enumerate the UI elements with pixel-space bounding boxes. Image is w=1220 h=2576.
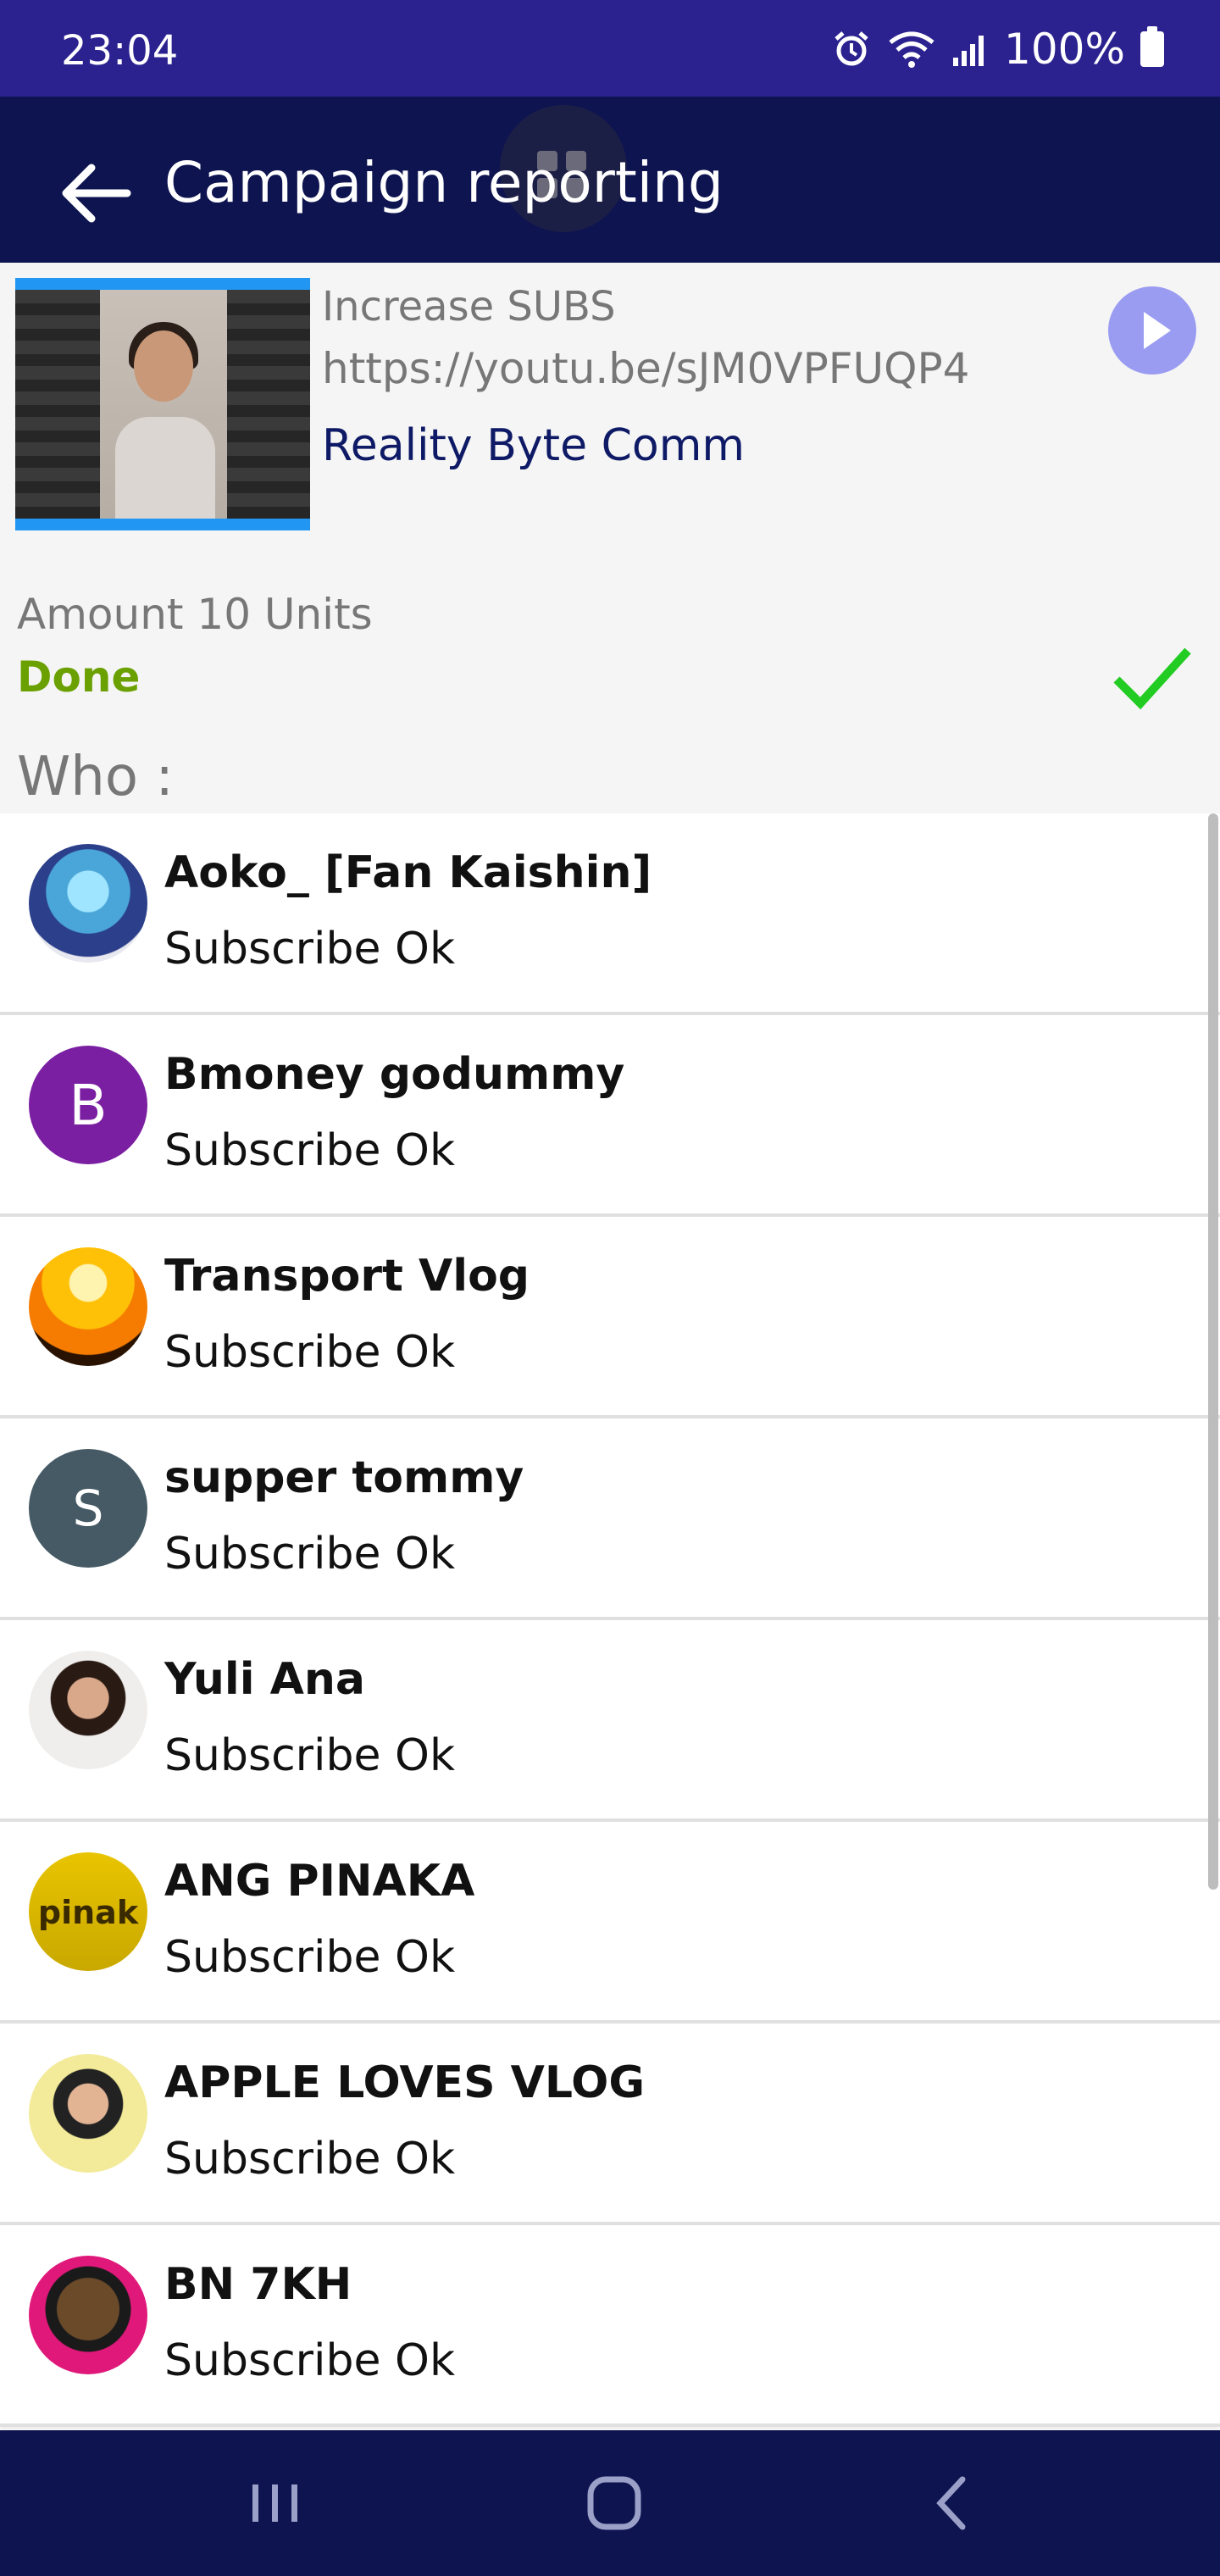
- subscriber-name: APPLE LOVES VLOG: [164, 2057, 646, 2108]
- list-item[interactable]: BN 7KH Subscribe Ok: [0, 2225, 1220, 2427]
- wifi-icon: [889, 31, 934, 68]
- channel-name: Reality Byte Comm: [322, 420, 746, 471]
- campaign-card: Increase SUBS https://youtu.be/sJM0VPFUQ…: [0, 263, 1220, 813]
- subscriber-status: Subscribe Ok: [164, 1327, 456, 1378]
- subscriber-status: Subscribe Ok: [164, 1730, 456, 1781]
- check-icon: [1113, 647, 1191, 710]
- back-icon[interactable]: [915, 2469, 991, 2537]
- avatar: [29, 2256, 147, 2374]
- list-item[interactable]: B Bmoney godummy Subscribe Ok: [0, 1015, 1220, 1217]
- alarm-icon: [835, 31, 868, 66]
- recent-apps-icon[interactable]: [237, 2469, 313, 2537]
- svg-text:pinak: pinak: [38, 1894, 139, 1931]
- avatar: [29, 2054, 147, 2173]
- subscriber-name: Bmoney godummy: [164, 1049, 625, 1100]
- avatar: [29, 1247, 147, 1366]
- app-bar: Campaign reporting: [0, 97, 1220, 263]
- avatar: B: [29, 1046, 147, 1164]
- play-button[interactable]: [1108, 286, 1196, 375]
- subscriber-status: Subscribe Ok: [164, 2134, 456, 2185]
- battery-percent: 100%: [1004, 25, 1125, 74]
- subscriber-status: Subscribe Ok: [164, 1529, 456, 1579]
- list-item[interactable]: S supper tommy Subscribe Ok: [0, 1418, 1220, 1620]
- subscriber-status: Subscribe Ok: [164, 1125, 456, 1176]
- status-bar: 23:04 100%: [0, 0, 1220, 97]
- page-title: Campaign reporting: [164, 150, 724, 215]
- campaign-url: https://youtu.be/sJM0VPFUQP4: [322, 344, 970, 393]
- home-icon[interactable]: [576, 2469, 652, 2537]
- subscriber-name: Aoko_ [Fan Kaishin]: [164, 847, 652, 898]
- who-label: Who :: [17, 746, 174, 808]
- subscriber-name: ANG PINAKA: [164, 1856, 475, 1907]
- subscriber-name: Transport Vlog: [164, 1251, 530, 1302]
- avatar: [29, 844, 147, 963]
- subscriber-name: BN 7KH: [164, 2259, 352, 2310]
- back-arrow-icon[interactable]: [49, 147, 141, 239]
- list-item[interactable]: Transport Vlog Subscribe Ok: [0, 1217, 1220, 1418]
- list-item[interactable]: APPLE LOVES VLOG Subscribe Ok: [0, 2024, 1220, 2225]
- subscriber-name: supper tommy: [164, 1452, 524, 1503]
- status-icons: 100%: [831, 25, 1164, 73]
- subscriber-status: Subscribe Ok: [164, 1932, 456, 1983]
- avatar: [29, 1651, 147, 1769]
- subscriber-status: Subscribe Ok: [164, 924, 456, 974]
- list-item[interactable]: Aoko_ [Fan Kaishin] Subscribe Ok: [0, 813, 1220, 1015]
- campaign-type: Increase SUBS: [322, 283, 616, 330]
- battery-icon: [1140, 26, 1164, 67]
- amount-label: Amount 10 Units: [17, 590, 373, 639]
- subscriber-status: Subscribe Ok: [164, 2335, 456, 2386]
- list-item[interactable]: Yuli Ana Subscribe Ok: [0, 1620, 1220, 1822]
- avatar: pinak: [29, 1852, 147, 1971]
- video-thumbnail[interactable]: [15, 278, 310, 530]
- signal-icon: [953, 36, 984, 66]
- status-time: 23:04: [61, 27, 179, 75]
- avatar: S: [29, 1449, 147, 1568]
- avatar-initial: B: [69, 1072, 108, 1138]
- campaign-status: Done: [17, 652, 141, 702]
- avatar-initial: S: [72, 1480, 104, 1537]
- scrollbar[interactable]: [1208, 813, 1218, 1890]
- list-item[interactable]: pinak ANG PINAKA Subscribe Ok: [0, 1822, 1220, 2024]
- subscriber-list[interactable]: Aoko_ [Fan Kaishin] Subscribe Ok B Bmone…: [0, 813, 1220, 2430]
- subscriber-name: Yuli Ana: [164, 1654, 365, 1705]
- system-nav-bar: [0, 2430, 1220, 2576]
